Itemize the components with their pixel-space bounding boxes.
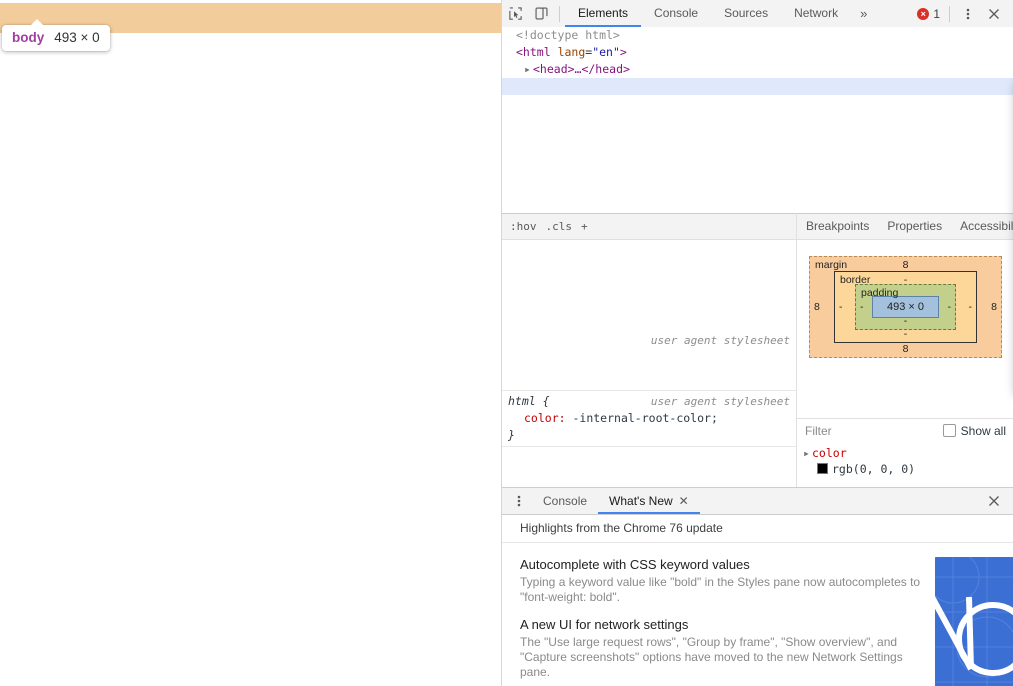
margin-right-value[interactable]: 8	[991, 301, 997, 313]
kebab-menu-icon[interactable]	[955, 1, 981, 27]
filter-input[interactable]: Filter	[805, 424, 832, 438]
computed-properties-list[interactable]: ▸ color rgb(0, 0, 0)	[797, 442, 1013, 488]
padding-left-value[interactable]: -	[860, 301, 864, 313]
partial-origin-label: user agent stylesheet	[650, 334, 790, 347]
computed-pane: Breakpoints Properties Accessibility mar…	[796, 213, 1013, 488]
inspect-cursor-icon[interactable]	[502, 1, 528, 27]
devtools-screenshot: body 493 × 0 Elements Console Sources Ne…	[0, 0, 1013, 686]
show-all-checkbox[interactable]	[942, 424, 956, 437]
border-right-value[interactable]: -	[969, 301, 973, 313]
computed-property-name[interactable]: color	[812, 446, 847, 460]
drawer-tab-console[interactable]: Console	[532, 488, 598, 514]
css-rule-close: }	[508, 428, 515, 442]
box-model-padding[interactable]: padding - - - 493 × 0	[854, 284, 956, 330]
computed-property-value: rgb(0, 0, 0)	[832, 462, 916, 476]
whats-new-subtitle: Highlights from the Chrome 76 update	[502, 515, 1013, 543]
close-icon[interactable]: ✕	[679, 488, 689, 514]
margin-bottom-value[interactable]: 8	[810, 343, 1001, 355]
drawer-tab-whats-new-label: What's New	[609, 494, 673, 508]
box-model-margin[interactable]: margin 8 8 8 8 border - - - - padding -	[808, 256, 1002, 358]
tab-breakpoints[interactable]: Breakpoints	[797, 214, 878, 239]
styles-toolbar: :hov .cls +	[502, 214, 796, 240]
whats-new-item: A new UI for network settings The "Use l…	[520, 617, 930, 680]
devtools-toolbar: Elements Console Sources Network » × 1	[502, 0, 1013, 28]
whats-new-item-title[interactable]: Autocomplete with CSS keyword values	[520, 557, 930, 572]
tab-network[interactable]: Network	[781, 0, 851, 27]
devtools-tab-list: Elements Console Sources Network »	[565, 0, 876, 27]
box-model-diagram[interactable]: margin 8 8 8 8 border - - - - padding -	[797, 240, 1013, 358]
box-model-border[interactable]: border - - - - padding - - - 493 × 0	[833, 271, 977, 343]
computed-tab-list: Breakpoints Properties Accessibility	[797, 214, 1013, 240]
error-count: 1	[933, 6, 940, 21]
tab-properties[interactable]: Properties	[878, 214, 951, 239]
css-rule-html[interactable]: html { user agent stylesheet color: -int…	[502, 391, 796, 447]
error-count-badge[interactable]: × 1	[917, 7, 940, 21]
drawer-tab-console-label: Console	[543, 494, 588, 508]
whats-new-item-description: The "Use large request rows", "Group by …	[520, 635, 903, 679]
tab-accessibility[interactable]: Accessibility	[951, 214, 1013, 239]
tab-sources[interactable]: Sources	[711, 0, 781, 27]
dom-line-head[interactable]: ▸ <head>…</head>	[502, 61, 1013, 78]
html-attr-name: lang	[557, 45, 586, 59]
drawer-close-icon[interactable]	[981, 488, 1013, 514]
doctype-text: <!doctype html>	[516, 28, 620, 42]
inspected-page[interactable]: body 493 × 0	[0, 0, 502, 686]
styles-pane: :hov .cls + user agent stylesheet html {…	[502, 213, 796, 488]
html-attr-value: "en"	[592, 45, 620, 59]
html-tag: <html	[516, 45, 551, 59]
tooltip-tag-name: body	[12, 30, 45, 45]
padding-right-value[interactable]: -	[948, 301, 952, 313]
devtools-panel: Elements Console Sources Network » × 1 <…	[502, 0, 1013, 686]
hov-button[interactable]: :hov	[510, 220, 537, 233]
computed-filter-row: Filter Show all	[797, 418, 1013, 442]
computed-property-value-row[interactable]: rgb(0, 0, 0)	[803, 461, 1013, 477]
head-text: <head>…</head>	[533, 62, 630, 76]
toolbar-divider-2	[949, 5, 950, 22]
toolbar-right-group: × 1	[917, 1, 1013, 27]
dom-line-body-selected[interactable]	[502, 78, 1013, 95]
css-selector[interactable]: html {	[508, 394, 550, 408]
expand-twisty-icon[interactable]: ▸	[803, 445, 812, 461]
whats-new-graphic	[935, 557, 1013, 686]
tab-console[interactable]: Console	[641, 0, 711, 27]
tab-elements[interactable]: Elements	[565, 0, 641, 27]
border-left-value[interactable]: -	[839, 301, 843, 313]
whats-new-item-title[interactable]: A new UI for network settings	[520, 617, 930, 632]
inspect-tooltip: body 493 × 0	[2, 19, 110, 51]
dom-line-doctype[interactable]: <!doctype html>	[502, 27, 1013, 44]
whats-new-item-description: Typing a keyword value like "bold" in th…	[520, 575, 921, 604]
dom-line-html[interactable]: <html lang="en">	[502, 44, 1013, 61]
device-toolbar-icon[interactable]	[528, 1, 554, 27]
css-origin: user agent stylesheet	[650, 395, 790, 408]
color-swatch[interactable]	[817, 463, 828, 474]
margin-left-value[interactable]: 8	[814, 301, 820, 313]
cls-button[interactable]: .cls	[546, 220, 573, 233]
html-close-bracket: >	[619, 45, 627, 59]
show-all-label: Show all	[960, 423, 1006, 438]
devtools-drawer: Console What's New ✕ Highlights from the…	[502, 487, 1013, 686]
error-icon: ×	[917, 7, 930, 20]
css-property[interactable]: color:	[508, 411, 566, 425]
margin-top-value[interactable]: 8	[810, 259, 1001, 271]
drawer-tab-list: Console What's New ✕	[502, 488, 1013, 515]
close-icon[interactable]	[981, 1, 1007, 27]
padding-bottom-value[interactable]: -	[856, 315, 955, 327]
toolbar-divider	[559, 5, 560, 22]
styles-rule-hidden-region: user agent stylesheet	[502, 240, 796, 391]
expand-twisty-icon[interactable]: ▸	[524, 61, 533, 78]
whats-new-content: Autocomplete with CSS keyword values Typ…	[502, 543, 1013, 686]
whats-new-item: Autocomplete with CSS keyword values Typ…	[520, 557, 930, 605]
drawer-tab-whats-new[interactable]: What's New ✕	[598, 488, 700, 514]
more-tabs-button[interactable]: »	[851, 0, 876, 27]
css-value[interactable]: -internal-root-color;	[572, 411, 717, 425]
padding-label: padding	[860, 287, 899, 299]
kebab-menu-icon[interactable]	[506, 488, 532, 514]
computed-property-row[interactable]: ▸ color	[803, 445, 1013, 461]
tooltip-dimensions: 493 × 0	[54, 30, 100, 45]
show-all-toggle[interactable]: Show all	[942, 423, 1006, 438]
new-rule-button[interactable]: +	[581, 220, 588, 233]
